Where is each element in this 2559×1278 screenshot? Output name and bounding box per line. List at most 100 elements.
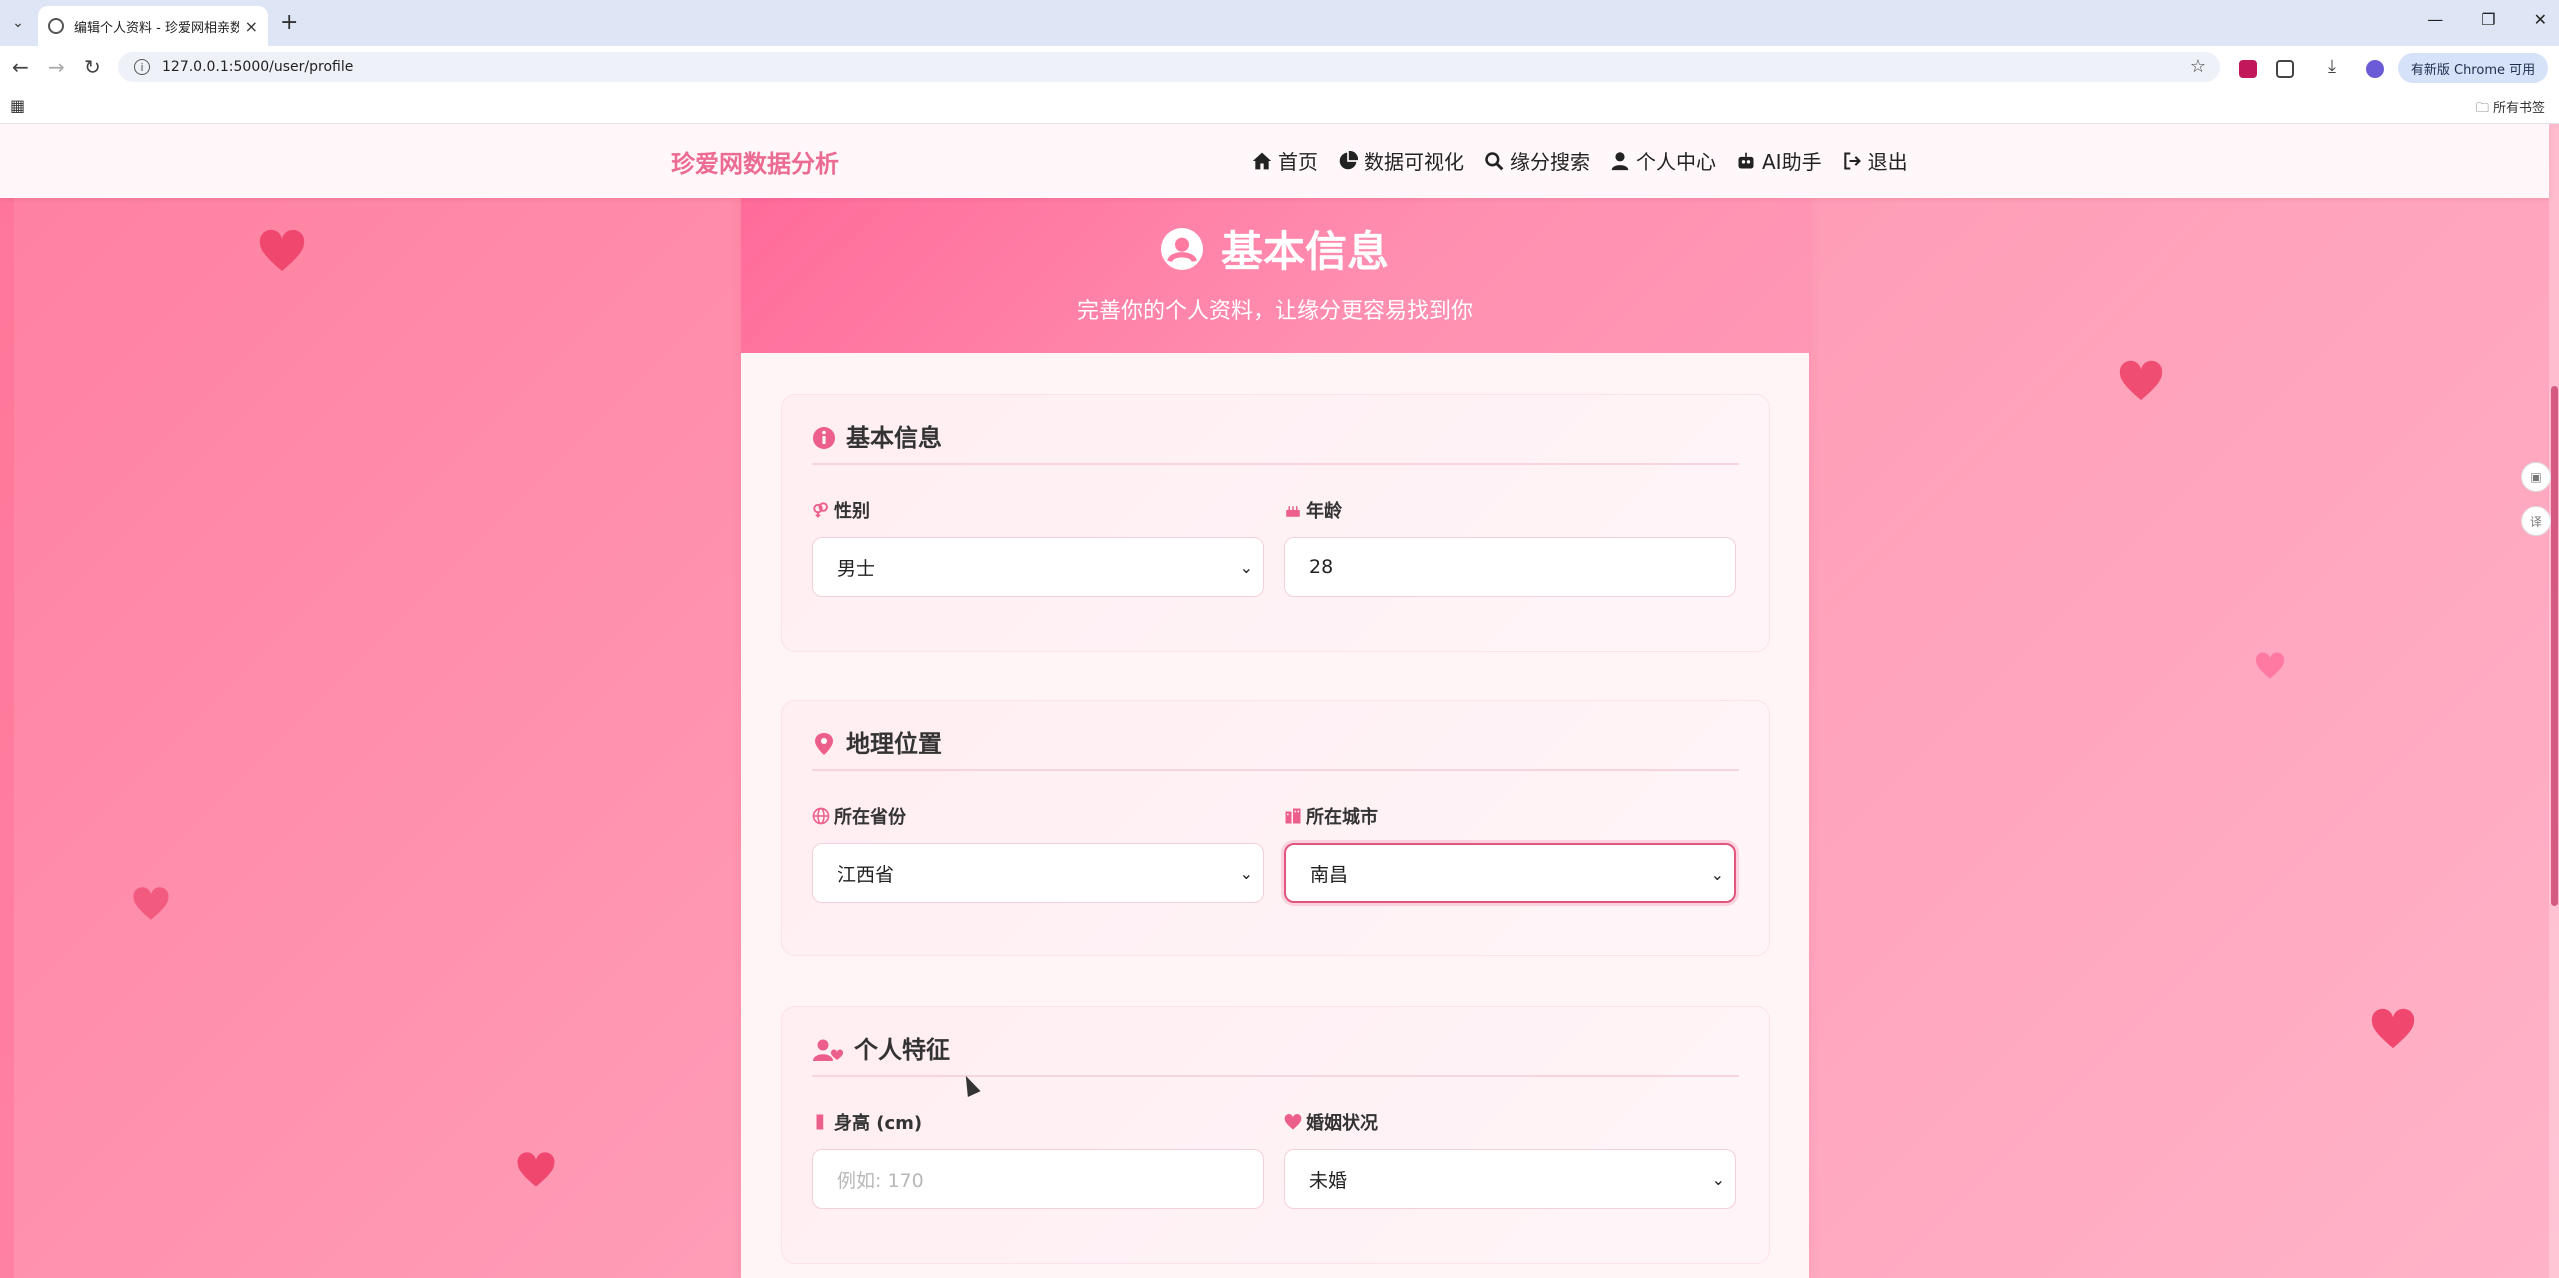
- chevron-down-icon: ⌄: [1239, 864, 1253, 883]
- bookmark-star-icon[interactable]: ☆: [2190, 56, 2206, 77]
- heart-decoration-icon: [2371, 1008, 2415, 1049]
- forward-icon[interactable]: →: [48, 55, 65, 79]
- gender-field: 性别 男士 ⌄: [812, 499, 1264, 597]
- profile-avatar[interactable]: [2366, 60, 2384, 78]
- heart-decoration-icon: [517, 1152, 555, 1187]
- age-input[interactable]: 28: [1284, 537, 1736, 597]
- new-tab-button[interactable]: +: [280, 12, 298, 34]
- side-translate-icon[interactable]: 译: [2521, 506, 2551, 536]
- address-bar[interactable]: i 127.0.0.1:5000/user/profile ☆: [118, 52, 2220, 82]
- side-qr-icon[interactable]: ▣: [2521, 462, 2551, 492]
- province-label-row: 所在省份: [812, 805, 1264, 828]
- site-info-icon[interactable]: i: [134, 59, 150, 75]
- nav-visualization[interactable]: 数据可视化: [1338, 146, 1464, 175]
- browser-tab-bar: ⌄ 编辑个人资料 - 珍爱网相亲数据 × + — ❐ ✕: [0, 0, 2559, 46]
- marital-label-row: 婚姻状况: [1284, 1111, 1736, 1134]
- nav-menu: 首页 数据可视化 缘分搜索 个人中心 AI助手 退出: [1252, 146, 1908, 175]
- heart-icon: [1284, 1113, 1302, 1131]
- browser-toolbar: ← → ↻ i 127.0.0.1:5000/user/profile ☆ ⤓: [0, 46, 2559, 88]
- update-chrome-button[interactable]: 有新版 Chrome 可用: [2398, 53, 2548, 83]
- section-location: 地理位置 所在省份 江西省 ⌄ 所在城市 南昌 ⌄: [781, 700, 1770, 956]
- gender-select[interactable]: 男士 ⌄: [812, 537, 1264, 597]
- hero-title-row: 基本信息: [1160, 218, 1389, 279]
- nav-ai-label: AI助手: [1762, 150, 1822, 174]
- marital-field: 婚姻状况 未婚 ⌄: [1284, 1111, 1736, 1209]
- brand-logo[interactable]: 珍爱网数据分析: [671, 144, 839, 179]
- section-title: 基本信息: [846, 424, 942, 452]
- bookmarks-bar: ▦ 🗀 所有书签: [0, 88, 2559, 124]
- robot-icon: [1738, 152, 1754, 168]
- puzzle-icon[interactable]: [2276, 60, 2294, 78]
- ruler-icon: [812, 1113, 830, 1131]
- heart-decoration-icon: [259, 229, 305, 271]
- section-title: 地理位置: [846, 730, 942, 758]
- nav-profile-label: 个人中心: [1636, 150, 1716, 174]
- chevron-down-icon: ⌄: [1711, 1170, 1725, 1189]
- minimize-icon[interactable]: —: [2427, 10, 2443, 29]
- close-window-icon[interactable]: ✕: [2534, 10, 2547, 29]
- info-circle-icon: [812, 426, 836, 450]
- user-icon: [1611, 151, 1629, 170]
- globe-icon: [48, 18, 64, 34]
- browser-tab[interactable]: 编辑个人资料 - 珍爱网相亲数据 ×: [38, 6, 268, 46]
- chevron-down-icon: ⌄: [1710, 865, 1724, 884]
- nav-logout[interactable]: 退出: [1842, 146, 1908, 175]
- city-field: 所在城市 南昌 ⌄: [1284, 805, 1736, 903]
- city-value: 南昌: [1310, 863, 1349, 886]
- city-label-row: 所在城市: [1284, 805, 1736, 828]
- section-header: 基本信息: [812, 423, 1739, 465]
- page-left-edge: [0, 124, 14, 1278]
- globe-icon: [812, 807, 830, 825]
- back-icon[interactable]: ←: [12, 55, 29, 79]
- height-field: 身高 (cm) 例如: 170: [812, 1111, 1264, 1209]
- marital-value: 未婚: [1309, 1169, 1348, 1192]
- tab-search-button[interactable]: ⌄: [6, 11, 30, 35]
- logout-icon: [1843, 151, 1861, 170]
- section-personal-traits: 个人特征 身高 (cm) 例如: 170 婚姻状况 未婚 ⌄: [781, 1006, 1770, 1264]
- section-header: 地理位置: [812, 729, 1739, 771]
- restore-icon[interactable]: ❐: [2481, 10, 2495, 29]
- extension-icon[interactable]: [2239, 60, 2257, 78]
- nav-ai[interactable]: AI助手: [1736, 146, 1822, 175]
- nav-search[interactable]: 缘分搜索: [1484, 146, 1590, 175]
- age-value: 28: [1309, 556, 1334, 578]
- height-label-row: 身高 (cm): [812, 1111, 1264, 1134]
- marital-select[interactable]: 未婚 ⌄: [1284, 1149, 1736, 1209]
- url-text: 127.0.0.1:5000/user/profile: [162, 59, 354, 75]
- heart-decoration-icon: [2255, 652, 2285, 679]
- user-circle-icon: [1160, 227, 1203, 270]
- chevron-down-icon: ⌄: [1239, 558, 1253, 577]
- hero-subtitle: 完善你的个人资料，让缘分更容易找到你: [1076, 299, 1473, 324]
- nav-profile[interactable]: 个人中心: [1610, 146, 1716, 175]
- download-icon[interactable]: ⤓: [2328, 55, 2336, 79]
- hero-title: 基本信息: [1220, 227, 1389, 276]
- reload-icon[interactable]: ↻: [84, 55, 101, 79]
- chart-pie-icon: [1339, 150, 1358, 169]
- age-label: 年龄: [1306, 501, 1342, 522]
- apps-grid-icon[interactable]: ▦: [10, 96, 25, 115]
- city-select[interactable]: 南昌 ⌄: [1284, 843, 1736, 903]
- heart-decoration-icon: [133, 887, 169, 920]
- nav-visualization-label: 数据可视化: [1364, 150, 1464, 174]
- height-input[interactable]: 例如: 170: [812, 1149, 1264, 1209]
- search-icon: [1485, 151, 1504, 170]
- tab-close-icon[interactable]: ×: [245, 17, 258, 36]
- all-bookmarks-button[interactable]: 🗀 所有书签: [2476, 97, 2545, 121]
- page-scrollbar[interactable]: [2549, 124, 2559, 1278]
- province-select[interactable]: 江西省 ⌄: [812, 843, 1264, 903]
- marital-label: 婚姻状况: [1306, 1113, 1378, 1134]
- province-label: 所在省份: [834, 807, 906, 828]
- gender-value: 男士: [837, 557, 876, 580]
- province-value: 江西省: [837, 863, 895, 886]
- nav-home[interactable]: 首页: [1252, 146, 1318, 175]
- nav-search-label: 缘分搜索: [1510, 150, 1590, 174]
- scrollbar-thumb[interactable]: [2551, 386, 2558, 906]
- age-field: 年龄 28: [1284, 499, 1736, 597]
- gender-label: 性别: [834, 501, 870, 522]
- nav-logout-label: 退出: [1867, 150, 1908, 174]
- province-field: 所在省份 江西省 ⌄: [812, 805, 1264, 903]
- window-controls: — ❐ ✕: [2427, 10, 2547, 29]
- profile-card: 基本信息 完善你的个人资料，让缘分更容易找到你 基本信息 性别 男士 ⌄ 年龄 …: [741, 198, 1809, 1278]
- home-icon: [1252, 152, 1272, 169]
- nav-home-label: 首页: [1278, 150, 1318, 174]
